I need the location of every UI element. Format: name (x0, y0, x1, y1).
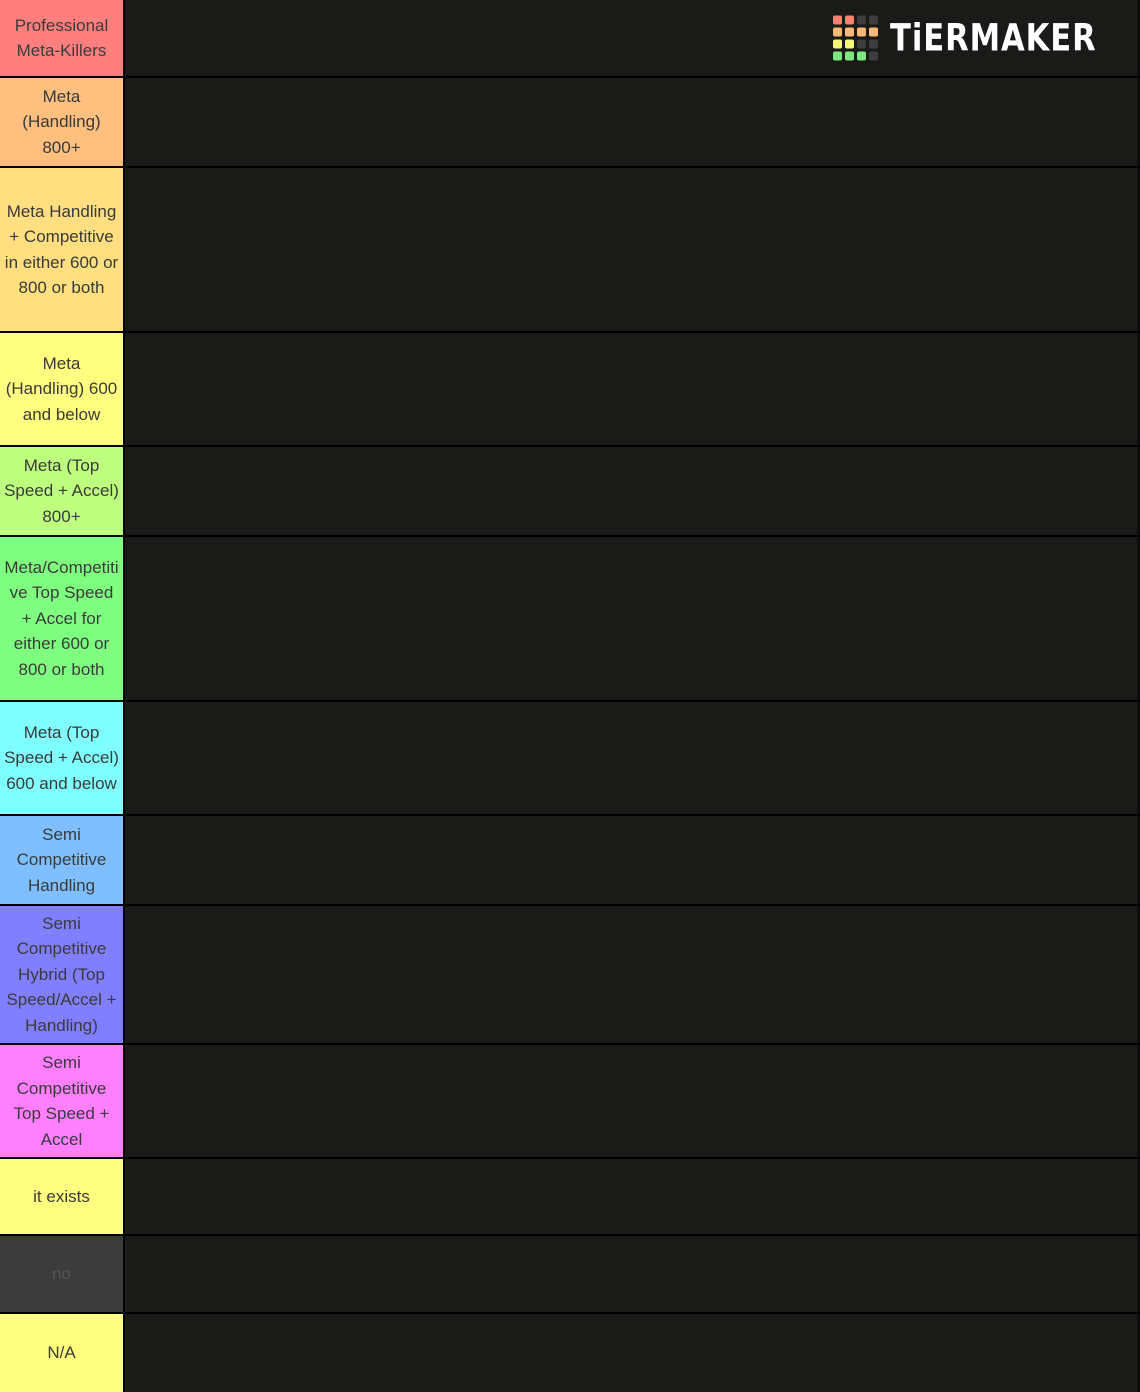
tier-label-text: Meta (Top Speed + Accel) 800+ (4, 455, 119, 526)
tier-label-text: Professional Meta-Killers (14, 15, 109, 61)
tier-items-2[interactable] (125, 168, 1140, 331)
tier-label-7[interactable]: Semi Competitive Handling (0, 816, 125, 904)
tier-row: Professional Meta-Killers TiERMAKER (0, 0, 1140, 78)
tier-list: Professional Meta-Killers TiERMAKER Meta… (0, 0, 1140, 1392)
logo-cell (857, 51, 867, 61)
logo-wordmark: TiERMAKER (890, 16, 1098, 60)
logo-cell (833, 39, 843, 49)
tier-label-5[interactable]: Meta/Competitive Top Speed + Accel for e… (0, 537, 125, 700)
tier-row: Meta/Competitive Top Speed + Accel for e… (0, 537, 1140, 702)
tier-row: Semi Competitive Handling (0, 816, 1140, 906)
tier-items-0[interactable]: TiERMAKER (125, 0, 1140, 76)
tier-label-3[interactable]: Meta (Handling) 600 and below (0, 333, 125, 445)
logo-cell (857, 39, 867, 49)
tier-label-11[interactable]: no (0, 1236, 125, 1312)
tier-label-10[interactable]: it exists (0, 1159, 125, 1234)
tier-label-1[interactable]: Meta (Handling) 800+ (0, 78, 125, 166)
tier-items-6[interactable] (125, 702, 1140, 814)
tier-label-12[interactable]: N/A (0, 1314, 125, 1392)
tier-items-4[interactable] (125, 447, 1140, 535)
tier-label-8[interactable]: Semi Competitive Hybrid (Top Speed/Accel… (0, 906, 125, 1043)
tier-label-text: Semi Competitive Hybrid (Top Speed/Accel… (6, 913, 117, 1035)
tier-label-text: Meta (Handling) 800+ (22, 86, 101, 157)
tier-label-text: N/A (47, 1343, 76, 1363)
tier-label-6[interactable]: Meta (Top Speed + Accel) 600 and below (0, 702, 125, 814)
logo-cell (857, 27, 867, 37)
logo-cell (845, 15, 855, 25)
tier-items-3[interactable] (125, 333, 1140, 445)
tier-items-11[interactable] (125, 1236, 1140, 1312)
tier-row: Semi Competitive Hybrid (Top Speed/Accel… (0, 906, 1140, 1045)
tier-items-8[interactable] (125, 906, 1140, 1043)
tier-label-text: Meta Handling + Competitive in either 60… (4, 201, 119, 298)
tier-row: N/A (0, 1314, 1140, 1392)
tier-label-text: Meta/Competitive Top Speed + Accel for e… (4, 557, 119, 679)
tier-label-text: it exists (33, 1186, 90, 1206)
tier-items-5[interactable] (125, 537, 1140, 700)
tiermaker-logo: TiERMAKER (833, 15, 1115, 61)
logo-cell (857, 15, 867, 25)
logo-cell (869, 15, 879, 25)
logo-cell (869, 51, 879, 61)
tier-label-9[interactable]: Semi Competitive Top Speed + Accel (0, 1045, 125, 1157)
logo-cell (833, 27, 843, 37)
logo-cell (845, 27, 855, 37)
logo-cell (845, 51, 855, 61)
tier-label-text: no (52, 1264, 71, 1284)
tier-items-1[interactable] (125, 78, 1140, 166)
logo-cell (869, 27, 879, 37)
tier-items-7[interactable] (125, 816, 1140, 904)
tier-label-text: Semi Competitive Handling (16, 824, 107, 895)
tier-items-9[interactable] (125, 1045, 1140, 1157)
tier-row: no (0, 1236, 1140, 1314)
tier-items-12[interactable] (125, 1314, 1140, 1392)
logo-cell (833, 15, 843, 25)
tier-row: Semi Competitive Top Speed + Accel (0, 1045, 1140, 1159)
tier-label-2[interactable]: Meta Handling + Competitive in either 60… (0, 168, 125, 331)
tier-row: Meta (Top Speed + Accel) 600 and below (0, 702, 1140, 816)
tier-row: Meta (Handling) 600 and below (0, 333, 1140, 447)
tier-row: Meta (Top Speed + Accel) 800+ (0, 447, 1140, 537)
tier-row: Meta (Handling) 800+ (0, 78, 1140, 168)
tier-label-0[interactable]: Professional Meta-Killers (0, 0, 125, 76)
logo-grid-icon (833, 15, 879, 61)
tier-label-text: Meta (Top Speed + Accel) 600 and below (4, 722, 119, 793)
tier-label-4[interactable]: Meta (Top Speed + Accel) 800+ (0, 447, 125, 535)
tier-row: it exists (0, 1159, 1140, 1236)
logo-cell (869, 39, 879, 49)
tier-items-10[interactable] (125, 1159, 1140, 1234)
logo-cell (833, 51, 843, 61)
tier-label-text: Semi Competitive Top Speed + Accel (13, 1053, 110, 1149)
tier-label-text: Meta (Handling) 600 and below (5, 353, 118, 424)
tier-row: Meta Handling + Competitive in either 60… (0, 168, 1140, 333)
logo-cell (845, 39, 855, 49)
